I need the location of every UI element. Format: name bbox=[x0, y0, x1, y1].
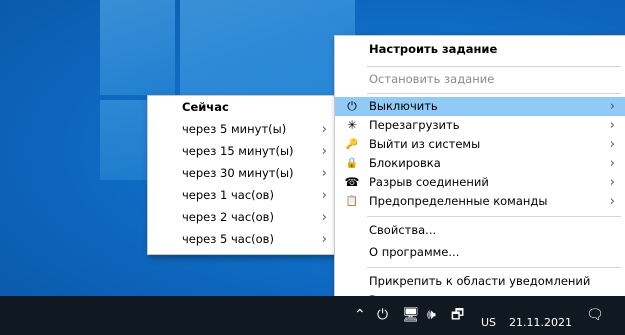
menu-configure-task-label: Настроить задание bbox=[369, 42, 498, 56]
language-indicator[interactable]: US bbox=[481, 316, 496, 329]
key-icon: 🔑 bbox=[345, 139, 359, 150]
menu-logoff-label: Выйти из системы bbox=[369, 137, 481, 151]
menu-lock-label: Блокировка bbox=[369, 156, 441, 170]
menu-stop-task-label: Остановить задание bbox=[369, 72, 495, 86]
volume-icon[interactable]: 🕪 bbox=[427, 304, 436, 326]
menu-disconnect[interactable]: ☎ Разрыв соединений › bbox=[335, 173, 625, 192]
taskbar: ⌃ ⏻ 🖥 🕪 🗗 US 21.11.2021 🗨 bbox=[0, 296, 625, 335]
menu-restart[interactable]: ✳ Перезагрузить › bbox=[335, 116, 625, 135]
submenu-5h[interactable]: через 5 час(ов) › bbox=[148, 230, 335, 249]
menu-about-label: О программе... bbox=[369, 245, 460, 259]
menu-separator bbox=[367, 93, 621, 94]
submenu-5h-label: через 5 час(ов) bbox=[182, 232, 274, 246]
restart-icon: ✳ bbox=[346, 118, 358, 132]
menu-disconnect-label: Разрыв соединений bbox=[369, 175, 489, 189]
tray-context-menu: Настроить задание Остановить задание ⏻ В… bbox=[334, 35, 625, 315]
menu-configure-task[interactable]: Настроить задание bbox=[335, 40, 625, 59]
menu-predefined-commands-label: Предопределенные команды bbox=[369, 194, 548, 208]
submenu-30min-label: через 30 минут(ы) bbox=[182, 166, 294, 180]
menu-separator bbox=[367, 216, 621, 217]
menu-shutdown-label: Выключить bbox=[369, 99, 438, 113]
chevron-right-icon: › bbox=[321, 232, 327, 247]
submenu-1h[interactable]: через 1 час(ов) › bbox=[148, 186, 335, 205]
tray-chevron-icon[interactable]: ⌃ bbox=[354, 304, 366, 326]
menu-restart-label: Перезагрузить bbox=[369, 118, 460, 132]
chevron-right-icon: › bbox=[321, 122, 327, 137]
menu-pin-to-tray-label: Прикрепить к области уведомлений bbox=[369, 274, 591, 288]
clock-date[interactable]: 21.11.2021 bbox=[509, 316, 572, 329]
chevron-right-icon: › bbox=[321, 210, 327, 225]
submenu-15min[interactable]: через 15 минут(ы) › bbox=[148, 142, 335, 161]
submenu-2h[interactable]: через 2 час(ов) › bbox=[148, 208, 335, 227]
menu-lock[interactable]: 🔒 Блокировка › bbox=[335, 154, 625, 173]
submenu-now-label: Сейчас bbox=[182, 100, 229, 114]
submenu-2h-label: через 2 час(ов) bbox=[182, 210, 274, 224]
power-icon: ⏻ bbox=[347, 99, 357, 113]
chevron-right-icon: › bbox=[609, 175, 615, 190]
chevron-right-icon: › bbox=[609, 156, 615, 171]
submenu-5min-label: через 5 минут(ы) bbox=[182, 122, 287, 136]
menu-separator bbox=[367, 267, 621, 268]
chevron-right-icon: › bbox=[321, 188, 327, 203]
network-icon[interactable]: 🖥 bbox=[402, 304, 420, 326]
chevron-right-icon: › bbox=[609, 137, 615, 152]
menu-shutdown[interactable]: ⏻ Выключить › bbox=[335, 97, 625, 116]
submenu-1h-label: через 1 час(ов) bbox=[182, 188, 274, 202]
menu-logoff[interactable]: 🔑 Выйти из системы › bbox=[335, 135, 625, 154]
menu-separator bbox=[367, 66, 621, 67]
phone-icon: ☎ bbox=[344, 175, 360, 189]
chevron-right-icon: › bbox=[609, 194, 615, 209]
submenu-now[interactable]: Сейчас bbox=[148, 98, 335, 117]
submenu-30min[interactable]: через 30 минут(ы) › bbox=[148, 164, 335, 183]
menu-properties-label: Свойства... bbox=[369, 223, 437, 237]
chevron-right-icon: › bbox=[321, 166, 327, 181]
menu-stop-task[interactable]: Остановить задание bbox=[335, 70, 625, 89]
menu-about[interactable]: О программе... bbox=[335, 243, 625, 262]
action-center-icon[interactable]: 🗨 bbox=[586, 304, 604, 326]
shutdown-app-tray-icon[interactable]: ⏻ bbox=[377, 304, 388, 326]
chevron-right-icon: › bbox=[609, 99, 615, 114]
menu-predefined-commands[interactable]: 📋 Предопределенные команды › bbox=[335, 192, 625, 211]
chevron-right-icon: › bbox=[321, 144, 327, 159]
lock-icon: 🔒 bbox=[345, 158, 359, 169]
menu-properties[interactable]: Свойства... bbox=[335, 221, 625, 240]
chevron-right-icon: › bbox=[609, 118, 615, 133]
commands-icon: 📋 bbox=[345, 196, 359, 207]
notification-badge-icon[interactable]: 🗗 bbox=[451, 304, 464, 326]
shutdown-time-submenu: Сейчас через 5 минут(ы) › через 15 минут… bbox=[147, 95, 336, 255]
menu-pin-to-tray[interactable]: Прикрепить к области уведомлений bbox=[335, 272, 625, 291]
submenu-5min[interactable]: через 5 минут(ы) › bbox=[148, 120, 335, 139]
submenu-15min-label: через 15 минут(ы) bbox=[182, 144, 294, 158]
